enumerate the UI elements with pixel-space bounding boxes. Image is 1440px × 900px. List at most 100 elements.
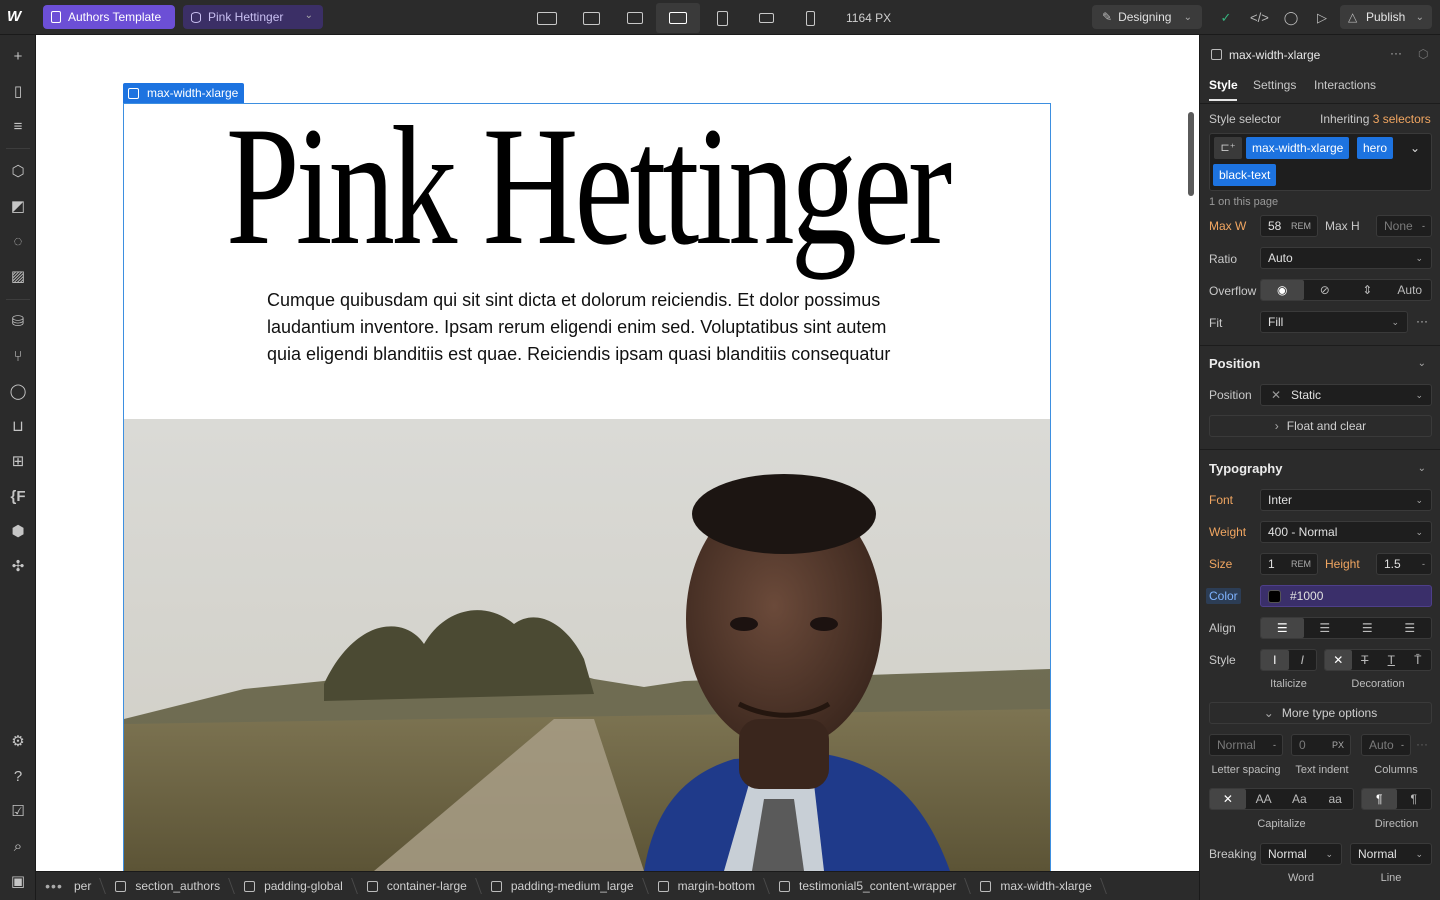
position-section-title[interactable]: Position <box>1209 356 1260 371</box>
typography-section-title[interactable]: Typography <box>1209 461 1282 476</box>
decoration-none-icon[interactable]: ✕ <box>1325 650 1352 670</box>
mode-dropdown[interactable]: ✎ Designing ⌄ <box>1092 5 1202 29</box>
more-options-icon[interactable]: ··· <box>1416 314 1428 328</box>
users-icon[interactable]: ◯ <box>8 382 28 402</box>
float-and-clear-button[interactable]: › Float and clear <box>1209 415 1432 437</box>
direction-ltr-icon[interactable]: ¶ <box>1362 789 1397 809</box>
selector-chip-hero[interactable]: hero <box>1357 137 1394 159</box>
strikethrough-icon[interactable]: T <box>1352 650 1379 670</box>
components-icon[interactable]: ⬡ <box>8 162 28 182</box>
add-icon[interactable]: + <box>8 47 28 67</box>
tab-interactions[interactable]: Interactions <box>1314 78 1376 92</box>
hero-paragraph[interactable]: Cumque quibusdam qui sit sint dicta et d… <box>267 287 907 368</box>
breakpoint-desktop-medium-button[interactable] <box>613 3 657 33</box>
max-width-input[interactable]: 58 REM <box>1260 215 1318 237</box>
publish-button[interactable]: △ Publish ⌄ <box>1340 5 1432 29</box>
max-height-input[interactable]: None - <box>1376 215 1432 237</box>
capitalize-upper-option[interactable]: AA <box>1246 789 1282 809</box>
finsweet-icon[interactable]: {F <box>8 487 28 507</box>
breadcrumb-item[interactable]: max-width-xlarge <box>970 872 1105 900</box>
italic-off-icon[interactable]: I <box>1261 650 1289 670</box>
align-justify-icon[interactable]: ☰ <box>1389 618 1432 638</box>
breakpoint-tablet-button[interactable] <box>700 3 744 33</box>
selection-tag[interactable]: max-width-xlarge <box>123 83 245 103</box>
text-indent-unit[interactable]: PX <box>1332 740 1344 750</box>
align-left-icon[interactable]: ☰ <box>1261 618 1304 638</box>
more-type-options-button[interactable]: ⌄ More type options <box>1209 702 1432 724</box>
breakpoint-desktop-base-button[interactable] <box>656 3 700 33</box>
cms-icon[interactable]: ⛁ <box>8 312 28 332</box>
canvas-scrollbar[interactable] <box>1188 112 1194 196</box>
overflow-visible-eye-icon[interactable]: ◉ <box>1261 280 1304 300</box>
breadcrumb-item[interactable]: container-large <box>357 872 481 900</box>
overflow-scroll-icon[interactable]: ⇕ <box>1346 280 1389 300</box>
align-right-icon[interactable]: ☰ <box>1346 618 1389 638</box>
navigator-icon[interactable]: ≡ <box>8 117 28 137</box>
overflow-hidden-icon[interactable]: ⊘ <box>1304 280 1347 300</box>
style-selectors-icon[interactable]: ◩ <box>8 197 28 217</box>
design-canvas[interactable]: Pink Hettinger Cumque quibusdam qui sit … <box>36 35 1199 871</box>
selector-chip-black-text[interactable]: black-text <box>1213 164 1277 186</box>
tab-settings[interactable]: Settings <box>1253 78 1296 92</box>
search-icon[interactable]: ⌕ <box>8 837 28 857</box>
author-portrait-image[interactable] <box>124 419 1050 871</box>
audit-checklist-icon[interactable]: ☑ <box>8 802 28 822</box>
webflow-logo-icon[interactable]: W <box>7 8 29 26</box>
variables-icon[interactable]: ◌ <box>8 232 28 252</box>
ecommerce-icon[interactable]: ⊔ <box>8 417 28 437</box>
ratio-select[interactable]: Auto ⌄ <box>1260 247 1432 269</box>
selector-chip-max-width-xlarge[interactable]: max-width-xlarge <box>1246 137 1350 159</box>
breakpoint-landscape-button[interactable] <box>744 3 788 33</box>
breakpoint-desktop-xl-button[interactable] <box>525 3 569 33</box>
breakpoint-portrait-button[interactable] <box>788 3 832 33</box>
capitalize-lower-option[interactable]: aa <box>1317 789 1353 809</box>
breadcrumb-item[interactable]: testimonial5_content-wrapper <box>769 872 970 900</box>
capitalize-none-icon[interactable]: ✕ <box>1210 789 1246 809</box>
color-swatch[interactable] <box>1268 589 1281 603</box>
font-size-input[interactable]: 1 REM <box>1260 553 1318 575</box>
breadcrumb-item[interactable]: padding-global <box>234 872 357 900</box>
align-center-icon[interactable]: ☰ <box>1304 618 1347 638</box>
more-icon[interactable]: ••• <box>36 872 72 900</box>
breakpoint-desktop-large-button[interactable] <box>569 3 613 33</box>
more-options-icon[interactable]: ··· <box>1390 46 1402 60</box>
chevron-down-icon[interactable]: ⌄ <box>1418 463 1426 474</box>
letter-spacing-input[interactable]: Normal - <box>1209 734 1283 756</box>
hero-heading[interactable]: Pink Hettinger <box>226 101 952 271</box>
word-break-select[interactable]: Normal ⌄ <box>1260 843 1342 865</box>
apps-icon[interactable]: ⊞ <box>8 452 28 472</box>
direction-rtl-icon[interactable]: ¶ <box>1397 789 1432 809</box>
inheriting-count[interactable]: 3 selectors <box>1373 112 1431 126</box>
capitalize-title-option[interactable]: Aa <box>1282 789 1318 809</box>
line-height-input[interactable]: 1.5 - <box>1376 553 1432 575</box>
max-width-unit[interactable]: REM <box>1291 221 1311 231</box>
font-size-unit[interactable]: REM <box>1291 559 1311 569</box>
relume-icon[interactable]: ✣ <box>8 557 28 577</box>
selector-state-icon[interactable]: ⊏⁺ <box>1214 137 1242 159</box>
assets-icon[interactable]: ▨ <box>8 267 28 287</box>
more-options-icon[interactable]: ··· <box>1416 737 1428 751</box>
tab-style[interactable]: Style <box>1209 78 1238 92</box>
cms-item-button[interactable]: Pink Hettinger ⌄ <box>183 5 323 29</box>
chevron-down-icon[interactable]: ⌄ <box>1410 141 1420 155</box>
box-icon[interactable]: ⬢ <box>8 522 28 542</box>
color-input[interactable]: #1000 <box>1260 585 1432 607</box>
position-select[interactable]: ✕ Static ⌄ <box>1260 384 1432 406</box>
overline-icon[interactable]: T̄ <box>1405 650 1432 670</box>
comment-icon[interactable]: ◯ <box>1282 9 1300 27</box>
breadcrumb-item[interactable]: section_authors <box>105 872 234 900</box>
weight-select[interactable]: 400 - Normal ⌄ <box>1260 521 1432 543</box>
underline-icon[interactable]: T <box>1378 650 1405 670</box>
component-icon[interactable]: ⬡ <box>1418 47 1428 61</box>
font-select[interactable]: Inter ⌄ <box>1260 489 1432 511</box>
fit-select[interactable]: Fill ⌄ <box>1260 311 1408 333</box>
pages-icon[interactable]: ▯ <box>8 82 28 102</box>
logic-icon[interactable]: ⑂ <box>8 347 28 367</box>
columns-input[interactable]: Auto - <box>1361 734 1411 756</box>
check-circle-icon[interactable]: ✓ <box>1217 9 1235 27</box>
text-indent-input[interactable]: 0 PX <box>1291 734 1351 756</box>
overflow-auto-option[interactable]: Auto <box>1389 280 1432 300</box>
breadcrumb-item[interactable]: per <box>72 872 105 900</box>
line-break-select[interactable]: Normal ⌄ <box>1350 843 1432 865</box>
video-tutorial-icon[interactable]: ▣ <box>8 872 28 892</box>
